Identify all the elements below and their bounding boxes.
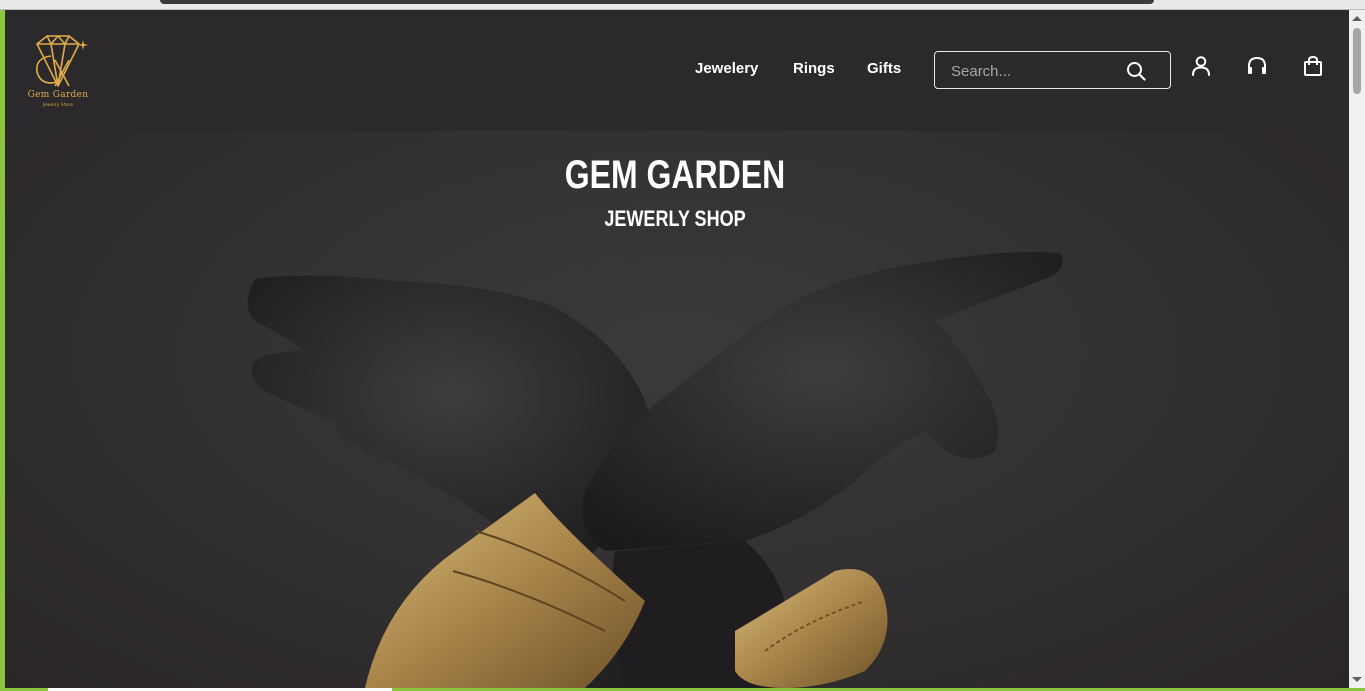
hero-banner: GEM GARDEN JEWERLY SHOP [5,131,1349,688]
browser-tab-strip [160,0,1154,4]
scrollbar-thumb[interactable] [1353,28,1361,94]
browser-top-bar [0,0,1365,10]
search-input[interactable] [949,60,1123,82]
brand-tagline: Jewelry Store [42,102,74,107]
brand-logo[interactable]: Gem Garden Jewelry Store [25,34,91,110]
user-icon[interactable] [1190,55,1212,77]
nav-item-jewelery[interactable]: Jewelery [695,60,758,77]
search-icon[interactable] [1126,61,1146,81]
site-header: Gem Garden Jewelry Store Jewelery Rings … [5,10,1349,131]
search-box [934,51,1171,89]
hero-title: GEM GARDEN [564,153,786,197]
scroll-down-arrow-icon[interactable] [1352,677,1362,682]
nav-item-gifts[interactable]: Gifts [867,60,901,77]
headphones-icon[interactable] [1246,55,1268,77]
nav-item-rings[interactable]: Rings [793,60,835,77]
page: Gem Garden Jewelry Store Jewelery Rings … [5,10,1349,688]
scroll-up-arrow-icon[interactable] [1352,16,1362,21]
vertical-scrollbar[interactable] [1349,10,1365,688]
diamond-logo-icon [35,35,88,87]
brand-name: Gem Garden [27,90,89,100]
hero-subtitle: JEWERLY SHOP [604,206,746,231]
shopping-bag-icon[interactable] [1302,55,1324,77]
